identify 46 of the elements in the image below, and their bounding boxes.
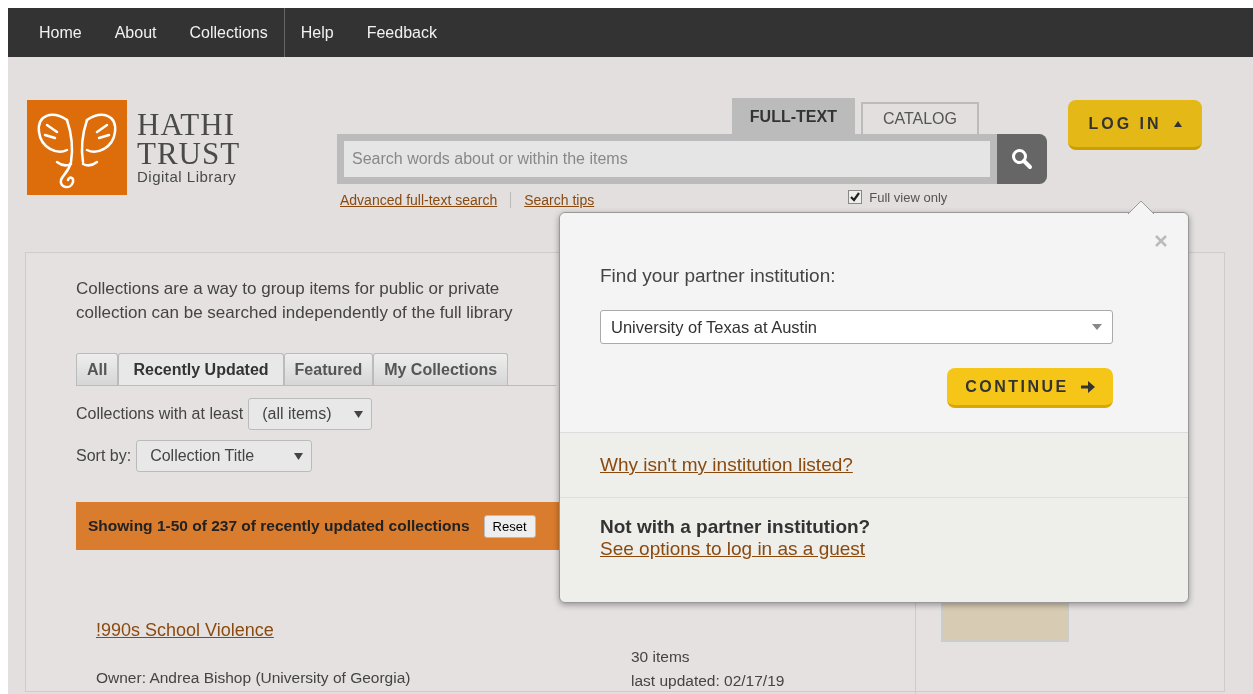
filter-tab[interactable]: Recently Updated xyxy=(118,353,284,385)
caret-icon xyxy=(294,452,304,460)
caret-icon xyxy=(354,410,364,418)
nav-link[interactable]: About xyxy=(114,23,157,42)
search-tab[interactable]: CATALOG xyxy=(860,102,979,134)
prompt-label: Find your partner institution: xyxy=(600,265,837,287)
logo-subtitle: Digital Library xyxy=(137,168,238,185)
filter-tab[interactable]: Featured xyxy=(283,353,374,385)
filter-label: Sort by: xyxy=(76,447,132,465)
nav-link[interactable]: Collections xyxy=(189,23,268,42)
filter-tab[interactable]: My Collections xyxy=(373,353,509,385)
last-updated: last updated: 02/17/19 xyxy=(631,672,786,690)
logo-title: HATHI xyxy=(137,110,236,139)
caret-icon xyxy=(1092,324,1102,330)
search-field[interactable]: Search words about or within the items xyxy=(344,141,990,177)
nav-link[interactable]: Feedback xyxy=(366,23,437,42)
caret-icon xyxy=(1173,120,1182,127)
item-count: 30 items xyxy=(631,648,691,666)
results-text: Showing 1-50 of 237 of recently updated collections xyxy=(88,517,470,535)
filter-label: Collections with at least xyxy=(76,405,244,423)
continue-button[interactable]: CONTINUE xyxy=(947,368,1113,408)
nav-link[interactable]: Home xyxy=(39,23,82,42)
guest-login-link[interactable]: See options to log in as a guest xyxy=(600,538,1148,560)
dropdown[interactable]: (all items) xyxy=(248,398,373,430)
collection-owner: Owner: Andrea Bishop (University of Georgia) xyxy=(96,669,412,687)
guest-heading: Not with a partner institution? xyxy=(600,516,872,538)
search-button[interactable] xyxy=(997,134,1047,184)
login-button[interactable]: LOG IN xyxy=(1068,100,1202,150)
arrow-right-icon xyxy=(1080,380,1095,393)
intro-text: Collections are a way to group items for public or private xyxy=(76,278,500,300)
search-icon xyxy=(1010,147,1034,171)
checkbox[interactable] xyxy=(848,190,863,204)
search-tab[interactable]: FULL-TEXT xyxy=(731,98,855,134)
institution-dropdown[interactable]: University of Texas at Austin xyxy=(600,310,1113,344)
filter-tab[interactable]: All xyxy=(76,353,119,385)
logo-title: TRUST xyxy=(137,139,241,168)
collection-title-link[interactable]: !990s School Violence xyxy=(96,620,631,641)
search-tips-link[interactable]: Search tips xyxy=(524,192,595,208)
intro-text: collection can be searched independently of the full library xyxy=(76,302,513,324)
reset-button[interactable]: Reset xyxy=(483,514,536,538)
dropdown[interactable]: Collection Title xyxy=(136,440,313,472)
why-not-listed-link[interactable]: Why isn't my institution listed? xyxy=(600,454,853,476)
elephant-logo-icon[interactable] xyxy=(27,100,127,195)
advanced-search-link[interactable]: Advanced full-text search xyxy=(340,192,498,208)
checkbox-label: Full view only xyxy=(869,189,948,205)
nav-link[interactable]: Help xyxy=(300,23,334,42)
